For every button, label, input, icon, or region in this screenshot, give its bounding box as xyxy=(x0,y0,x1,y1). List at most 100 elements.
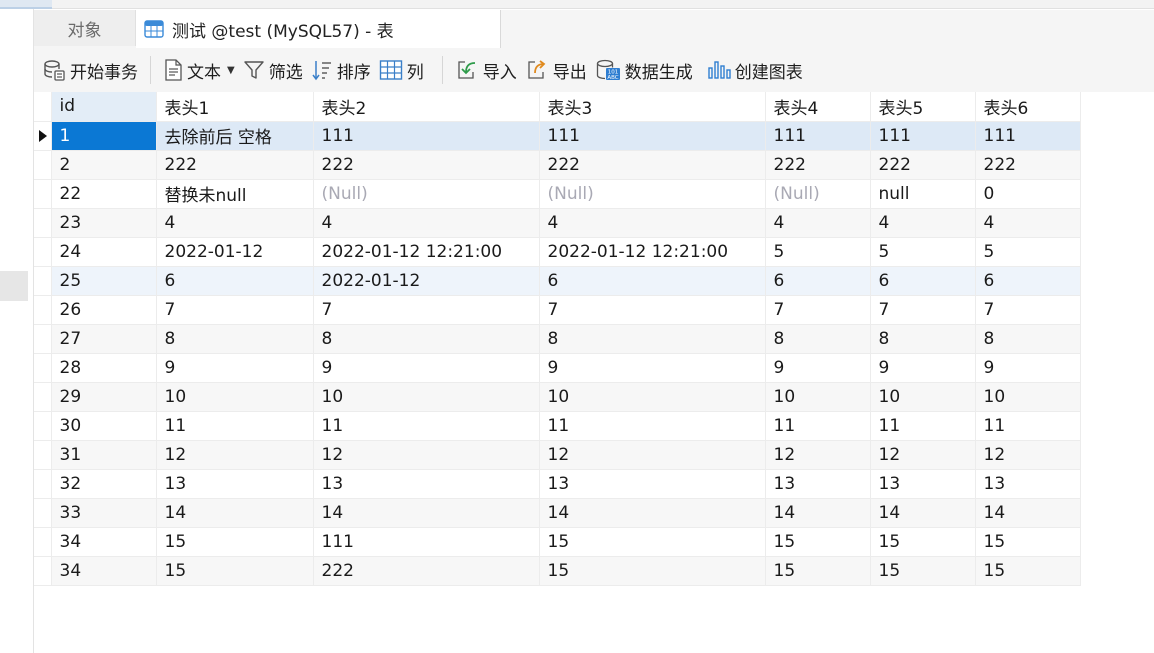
table-cell[interactable]: 111 xyxy=(870,121,976,151)
table-cell[interactable]: (Null) xyxy=(539,179,766,209)
row-marker[interactable] xyxy=(34,208,52,238)
id-cell[interactable]: 34 xyxy=(51,556,157,586)
table-cell[interactable]: 11 xyxy=(313,411,540,441)
table-cell[interactable]: 8 xyxy=(765,324,871,354)
table-row[interactable]: 25 6 2022-01-12 6 6 6 6 xyxy=(34,266,1081,296)
table-cell[interactable]: 14 xyxy=(870,498,976,528)
table-cell[interactable]: 13 xyxy=(870,469,976,499)
table-cell[interactable]: 111 xyxy=(539,121,766,151)
table-cell[interactable]: 替换未null xyxy=(156,179,314,209)
table-cell[interactable]: 6 xyxy=(539,266,766,296)
table-cell[interactable]: 8 xyxy=(539,324,766,354)
table-cell[interactable]: 8 xyxy=(975,324,1081,354)
table-cell[interactable]: 2022-01-12 12:21:00 xyxy=(313,237,540,267)
text-view-button[interactable]: 文本 ▼ xyxy=(159,55,239,85)
table-cell[interactable]: 12 xyxy=(539,440,766,470)
table-cell[interactable]: 9 xyxy=(313,353,540,383)
table-cell[interactable]: 14 xyxy=(313,498,540,528)
table-cell[interactable]: 111 xyxy=(313,121,540,151)
row-marker[interactable] xyxy=(34,353,52,383)
table-cell[interactable]: 7 xyxy=(870,295,976,325)
table-cell[interactable]: 10 xyxy=(870,382,976,412)
table-cell[interactable]: 111 xyxy=(765,121,871,151)
table-cell[interactable]: 10 xyxy=(975,382,1081,412)
id-cell[interactable]: 22 xyxy=(51,179,157,209)
table-cell[interactable]: 10 xyxy=(156,382,314,412)
table-cell[interactable]: 4 xyxy=(870,208,976,238)
table-cell[interactable]: 2022-01-12 xyxy=(313,266,540,296)
table-cell[interactable]: 2022-01-12 12:21:00 xyxy=(539,237,766,267)
id-cell[interactable]: 34 xyxy=(51,527,157,557)
table-cell[interactable]: 5 xyxy=(975,237,1081,267)
table-row[interactable]: 28 9 9 9 9 9 9 xyxy=(34,353,1081,383)
table-cell[interactable]: 15 xyxy=(539,556,766,586)
id-cell[interactable]: 27 xyxy=(51,324,157,354)
table-cell[interactable]: 13 xyxy=(975,469,1081,499)
table-cell[interactable]: 11 xyxy=(539,411,766,441)
table-cell[interactable]: 222 xyxy=(539,150,766,180)
row-marker[interactable] xyxy=(34,150,52,180)
table-cell[interactable]: 14 xyxy=(975,498,1081,528)
row-marker[interactable] xyxy=(34,556,52,586)
table-row[interactable]: 32 13 13 13 13 13 13 xyxy=(34,469,1081,499)
create-chart-button[interactable]: 创建图表 xyxy=(703,55,807,85)
table-cell[interactable]: 11 xyxy=(765,411,871,441)
table-cell[interactable]: 4 xyxy=(539,208,766,238)
begin-transaction-button[interactable]: 开始事务 xyxy=(38,55,142,85)
table-cell[interactable]: 9 xyxy=(539,353,766,383)
row-marker[interactable] xyxy=(34,237,52,267)
table-cell[interactable]: 6 xyxy=(870,266,976,296)
column-header[interactable]: 表头6 xyxy=(975,92,1081,122)
table-cell[interactable]: 9 xyxy=(156,353,314,383)
import-button[interactable]: 导入 xyxy=(451,55,521,85)
table-row[interactable]: 30 11 11 11 11 11 11 xyxy=(34,411,1081,441)
column-header[interactable]: id xyxy=(51,92,157,122)
table-cell[interactable]: 6 xyxy=(156,266,314,296)
table-cell[interactable]: 15 xyxy=(765,527,871,557)
table-cell[interactable]: 4 xyxy=(975,208,1081,238)
table-cell[interactable]: 8 xyxy=(156,324,314,354)
table-cell[interactable]: 7 xyxy=(156,295,314,325)
sort-button[interactable]: 排序 xyxy=(307,55,375,85)
table-cell[interactable]: 14 xyxy=(539,498,766,528)
table-cell[interactable]: 222 xyxy=(156,150,314,180)
row-marker[interactable] xyxy=(34,469,52,499)
column-header[interactable]: 表头3 xyxy=(539,92,766,122)
id-cell[interactable]: 23 xyxy=(51,208,157,238)
tab-objects[interactable]: 对象 xyxy=(34,10,136,46)
table-cell[interactable]: 2022-01-12 xyxy=(156,237,314,267)
table-cell[interactable]: 111 xyxy=(313,527,540,557)
id-cell[interactable]: 28 xyxy=(51,353,157,383)
table-cell[interactable]: 6 xyxy=(975,266,1081,296)
table-cell[interactable]: 15 xyxy=(156,556,314,586)
table-cell[interactable]: 12 xyxy=(765,440,871,470)
table-cell[interactable]: 7 xyxy=(539,295,766,325)
table-cell[interactable]: 4 xyxy=(313,208,540,238)
column-header[interactable]: 表头2 xyxy=(313,92,540,122)
table-cell[interactable]: 9 xyxy=(765,353,871,383)
column-header[interactable]: 表头1 xyxy=(156,92,314,122)
export-button[interactable]: 导出 xyxy=(521,55,591,85)
row-marker[interactable] xyxy=(34,179,52,209)
table-cell[interactable]: 111 xyxy=(975,121,1081,151)
table-cell[interactable]: 6 xyxy=(765,266,871,296)
table-cell[interactable]: 12 xyxy=(975,440,1081,470)
table-cell[interactable]: 4 xyxy=(765,208,871,238)
row-marker[interactable] xyxy=(34,527,52,557)
id-cell[interactable]: 33 xyxy=(51,498,157,528)
table-cell[interactable]: 222 xyxy=(313,556,540,586)
table-cell[interactable]: 7 xyxy=(975,295,1081,325)
table-row[interactable]: 1 去除前后 空格 111 111 111 111 111 xyxy=(34,121,1081,151)
table-cell[interactable]: 9 xyxy=(870,353,976,383)
table-cell[interactable]: 15 xyxy=(870,556,976,586)
table-cell[interactable]: 11 xyxy=(156,411,314,441)
table-cell[interactable]: 0 xyxy=(975,179,1081,209)
table-cell[interactable]: 10 xyxy=(313,382,540,412)
id-cell[interactable]: 32 xyxy=(51,469,157,499)
table-cell[interactable]: 14 xyxy=(156,498,314,528)
row-marker[interactable] xyxy=(34,382,52,412)
table-cell[interactable]: 12 xyxy=(313,440,540,470)
table-cell[interactable]: 13 xyxy=(539,469,766,499)
table-row[interactable]: 24 2022-01-12 2022-01-12 12:21:00 2022-01-1… xyxy=(34,237,1081,267)
row-marker[interactable] xyxy=(34,295,52,325)
